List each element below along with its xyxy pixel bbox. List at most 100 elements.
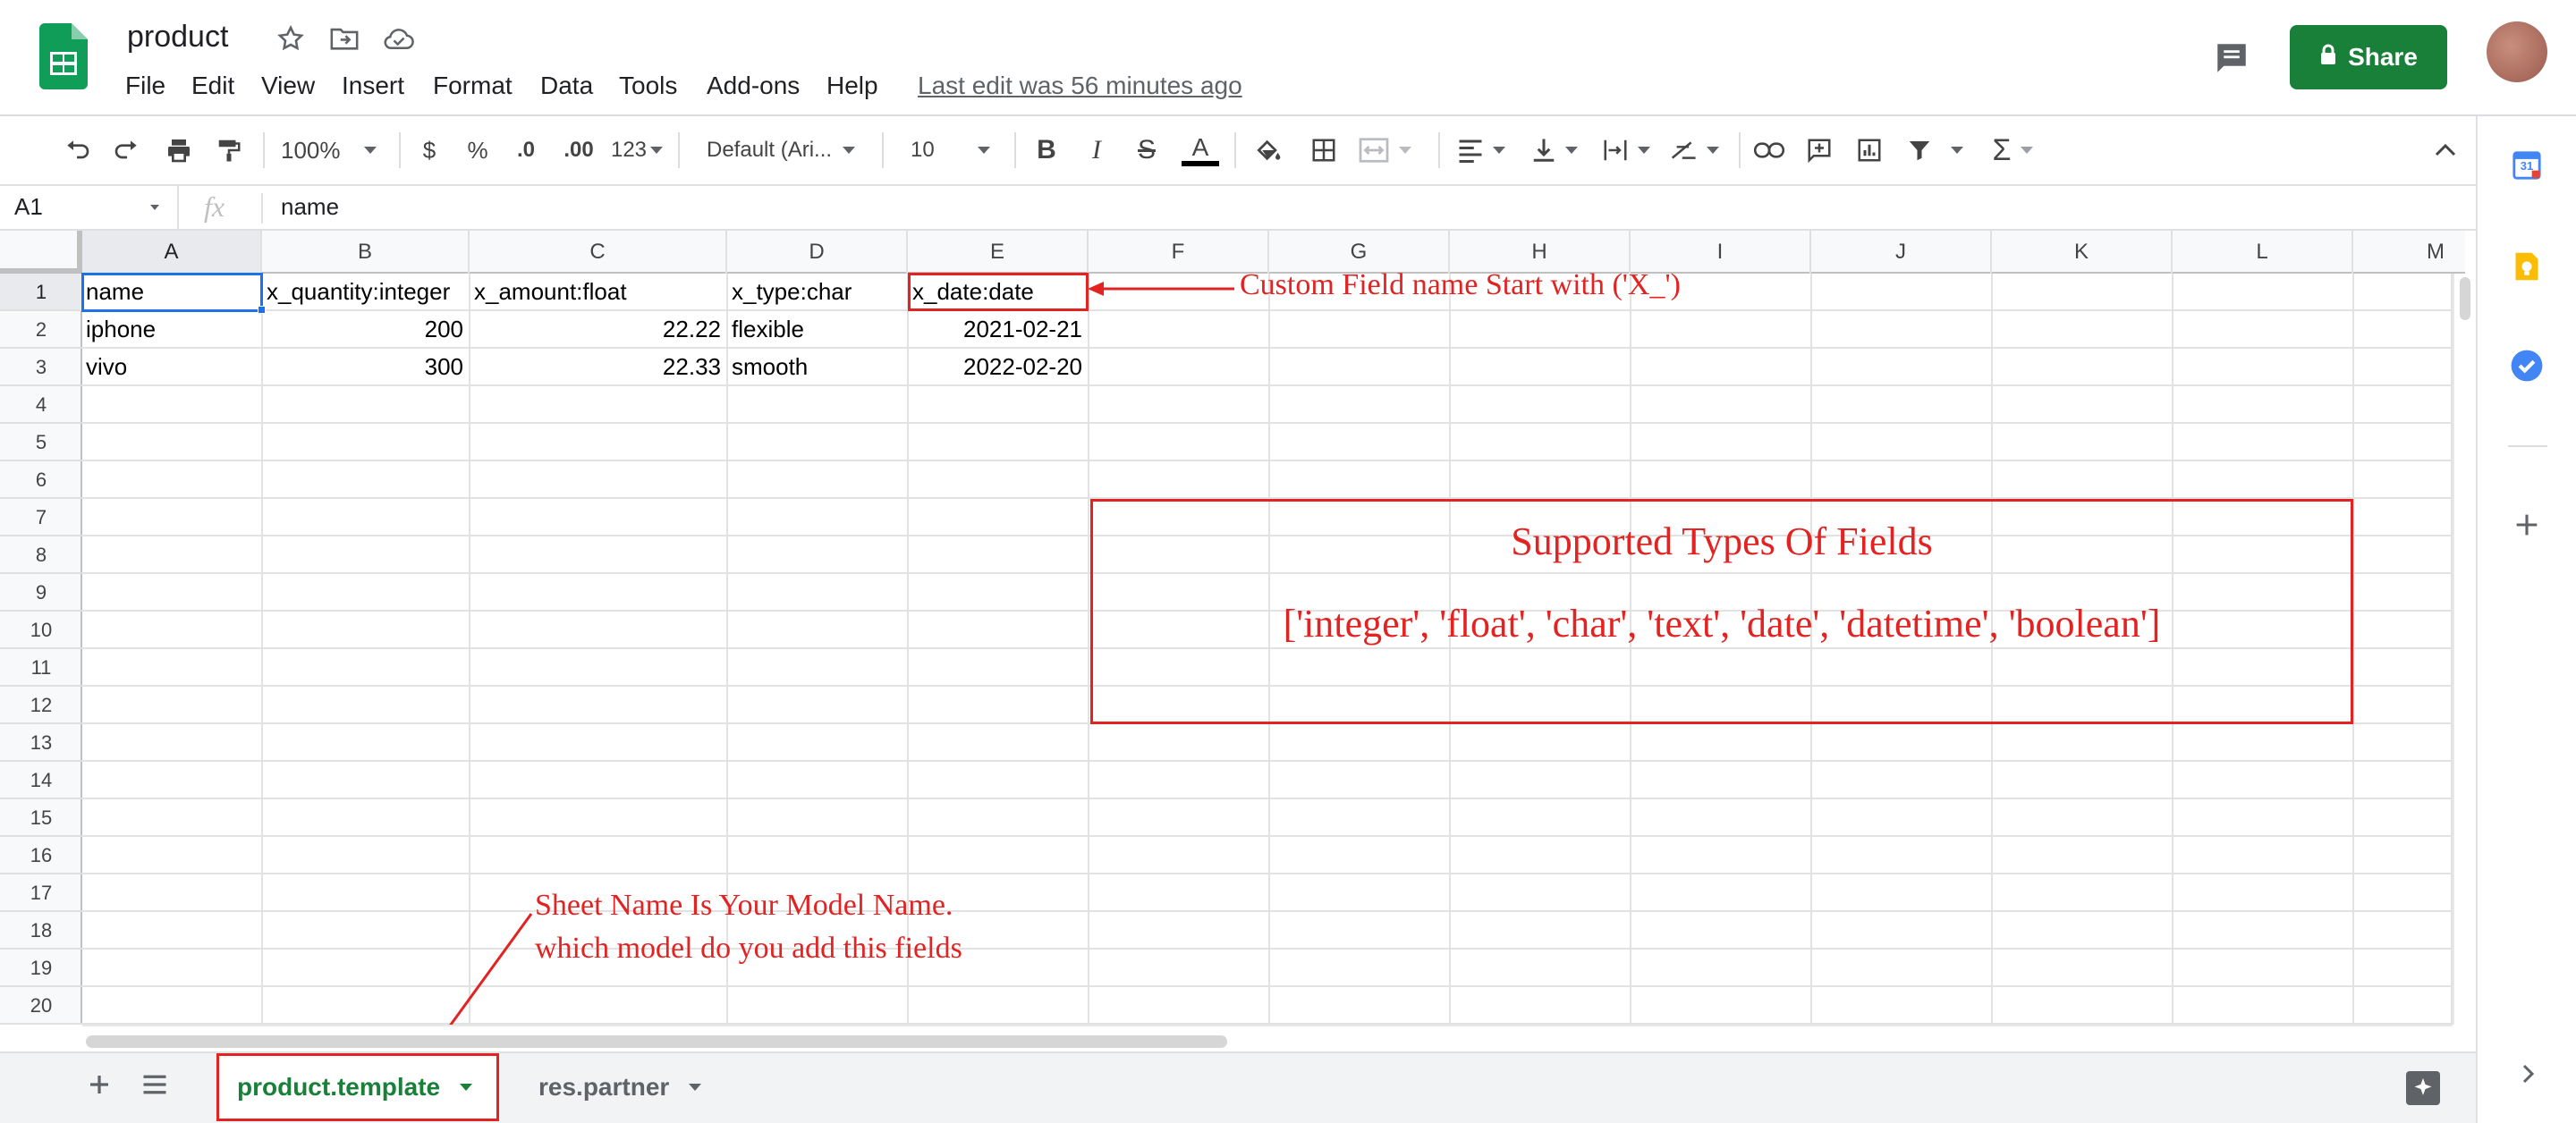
filter-icon[interactable] bbox=[1902, 132, 1937, 168]
row-header[interactable]: 4 bbox=[0, 386, 82, 424]
cell-a3[interactable]: vivo bbox=[86, 348, 259, 385]
share-button[interactable]: Share bbox=[2290, 25, 2447, 89]
explore-icon[interactable] bbox=[2406, 1071, 2440, 1105]
star-icon[interactable] bbox=[275, 23, 306, 54]
formula-input[interactable]: name bbox=[281, 186, 2463, 229]
plus-icon[interactable] bbox=[2512, 510, 2542, 540]
select-all-corner[interactable] bbox=[0, 231, 82, 274]
cell-d1[interactable]: x_type:char bbox=[732, 273, 905, 310]
increase-decimals-button[interactable]: .00 bbox=[556, 132, 601, 168]
wrap-icon[interactable] bbox=[1597, 132, 1655, 168]
row-header[interactable]: 1 bbox=[0, 274, 82, 311]
undo-icon[interactable] bbox=[59, 132, 95, 168]
keep-icon[interactable] bbox=[2512, 250, 2542, 283]
tab-res-partner[interactable]: res.partner bbox=[517, 1055, 732, 1119]
redo-icon[interactable] bbox=[109, 132, 145, 168]
rotate-icon[interactable] bbox=[1665, 132, 1723, 168]
calendar-icon[interactable]: 31 bbox=[2512, 150, 2542, 181]
tasks-icon[interactable] bbox=[2510, 349, 2544, 383]
row-header[interactable]: 10 bbox=[0, 612, 82, 649]
row-header[interactable]: 5 bbox=[0, 424, 82, 461]
row-header[interactable]: 8 bbox=[0, 536, 82, 574]
column-header[interactable]: L bbox=[2173, 231, 2353, 274]
paint-format-icon[interactable] bbox=[211, 132, 247, 168]
menu-edit[interactable]: Edit bbox=[191, 72, 234, 100]
link-icon[interactable] bbox=[1751, 132, 1787, 168]
chart-icon[interactable] bbox=[1852, 132, 1887, 168]
expand-icon[interactable] bbox=[2517, 1060, 2538, 1087]
column-header[interactable]: I bbox=[1631, 231, 1811, 274]
comments-icon[interactable] bbox=[2213, 39, 2250, 77]
add-sheet-icon[interactable] bbox=[86, 1071, 113, 1098]
cell-c2[interactable]: 22.22 bbox=[470, 310, 721, 348]
column-header[interactable]: M bbox=[2353, 231, 2452, 274]
move-icon[interactable] bbox=[329, 25, 360, 52]
cell-b2[interactable]: 200 bbox=[263, 310, 463, 348]
row-header[interactable]: 13 bbox=[0, 724, 82, 762]
row-header[interactable]: 7 bbox=[0, 499, 82, 536]
print-icon[interactable] bbox=[161, 132, 197, 168]
cell-d3[interactable]: smooth bbox=[732, 348, 905, 385]
column-header[interactable]: A bbox=[82, 231, 262, 274]
last-edit-link[interactable]: Last edit was 56 minutes ago bbox=[918, 72, 1242, 100]
document-title[interactable]: product bbox=[127, 20, 228, 55]
sum-icon[interactable]: Σ bbox=[1984, 132, 2041, 168]
column-header[interactable]: B bbox=[262, 231, 470, 274]
row-header[interactable]: 14 bbox=[0, 762, 82, 799]
row-header[interactable]: 6 bbox=[0, 461, 82, 499]
cloud-icon[interactable] bbox=[383, 27, 415, 52]
cell-d2[interactable]: flexible bbox=[732, 310, 905, 348]
row-header[interactable]: 20 bbox=[0, 987, 82, 1025]
font-select[interactable]: Default (Ari... bbox=[707, 132, 868, 168]
zoom-select[interactable]: 100% bbox=[281, 132, 388, 168]
menu-help[interactable]: Help bbox=[826, 72, 878, 100]
vertical-scroll-thumb[interactable] bbox=[2460, 277, 2470, 320]
column-header[interactable]: H bbox=[1450, 231, 1631, 274]
row-header[interactable]: 9 bbox=[0, 574, 82, 612]
menu-file[interactable]: File bbox=[125, 72, 165, 100]
tab-product-template[interactable]: product.template bbox=[216, 1053, 499, 1121]
menu-tools[interactable]: Tools bbox=[619, 72, 677, 100]
decrease-decimals-button[interactable]: .0 bbox=[506, 132, 546, 168]
row-header[interactable]: 12 bbox=[0, 687, 82, 724]
row-header[interactable]: 11 bbox=[0, 649, 82, 687]
column-header[interactable]: J bbox=[1811, 231, 1992, 274]
column-header[interactable]: D bbox=[727, 231, 908, 274]
borders-icon[interactable] bbox=[1306, 132, 1342, 168]
menu-data[interactable]: Data bbox=[540, 72, 593, 100]
horizontal-scrollbar[interactable] bbox=[82, 1025, 2453, 1051]
row-header[interactable]: 15 bbox=[0, 799, 82, 837]
row-header[interactable]: 16 bbox=[0, 837, 82, 874]
name-box[interactable]: A1 bbox=[0, 186, 179, 229]
collapse-icon[interactable] bbox=[2428, 132, 2463, 168]
filter-views-select[interactable] bbox=[1946, 132, 1968, 168]
row-header[interactable]: 3 bbox=[0, 349, 82, 386]
row-header[interactable]: 2 bbox=[0, 311, 82, 349]
cell-c1[interactable]: x_amount:float bbox=[474, 273, 724, 310]
menu-format[interactable]: Format bbox=[433, 72, 513, 100]
bold-button[interactable]: B bbox=[1030, 132, 1063, 168]
menu-addons[interactable]: Add-ons bbox=[707, 72, 800, 100]
cell-b1[interactable]: x_quantity:integer bbox=[267, 273, 467, 310]
comment-icon[interactable] bbox=[1801, 132, 1837, 168]
avatar[interactable] bbox=[2487, 21, 2547, 82]
cell-b3[interactable]: 300 bbox=[263, 348, 463, 385]
cell-a2[interactable]: iphone bbox=[86, 310, 259, 348]
strikethrough-button[interactable]: S bbox=[1131, 132, 1163, 168]
italic-button[interactable]: I bbox=[1080, 132, 1113, 168]
menu-view[interactable]: View bbox=[261, 72, 315, 100]
text-color-button[interactable]: A bbox=[1181, 132, 1220, 168]
row-header[interactable]: 17 bbox=[0, 874, 82, 912]
row-header[interactable]: 19 bbox=[0, 950, 82, 987]
fill-color-icon[interactable] bbox=[1250, 132, 1286, 168]
more-formats-button[interactable]: 123 bbox=[608, 132, 665, 168]
column-header[interactable]: C bbox=[470, 231, 727, 274]
all-sheets-icon[interactable] bbox=[141, 1073, 168, 1096]
percent-button[interactable]: % bbox=[462, 132, 494, 168]
vertical-scrollbar[interactable] bbox=[2453, 274, 2476, 1025]
cell-e3[interactable]: 2022-02-20 bbox=[909, 348, 1082, 385]
sheets-logo[interactable] bbox=[39, 23, 88, 89]
currency-button[interactable]: $ bbox=[413, 132, 445, 168]
column-header[interactable]: F bbox=[1089, 231, 1269, 274]
align-icon[interactable] bbox=[1453, 132, 1510, 168]
